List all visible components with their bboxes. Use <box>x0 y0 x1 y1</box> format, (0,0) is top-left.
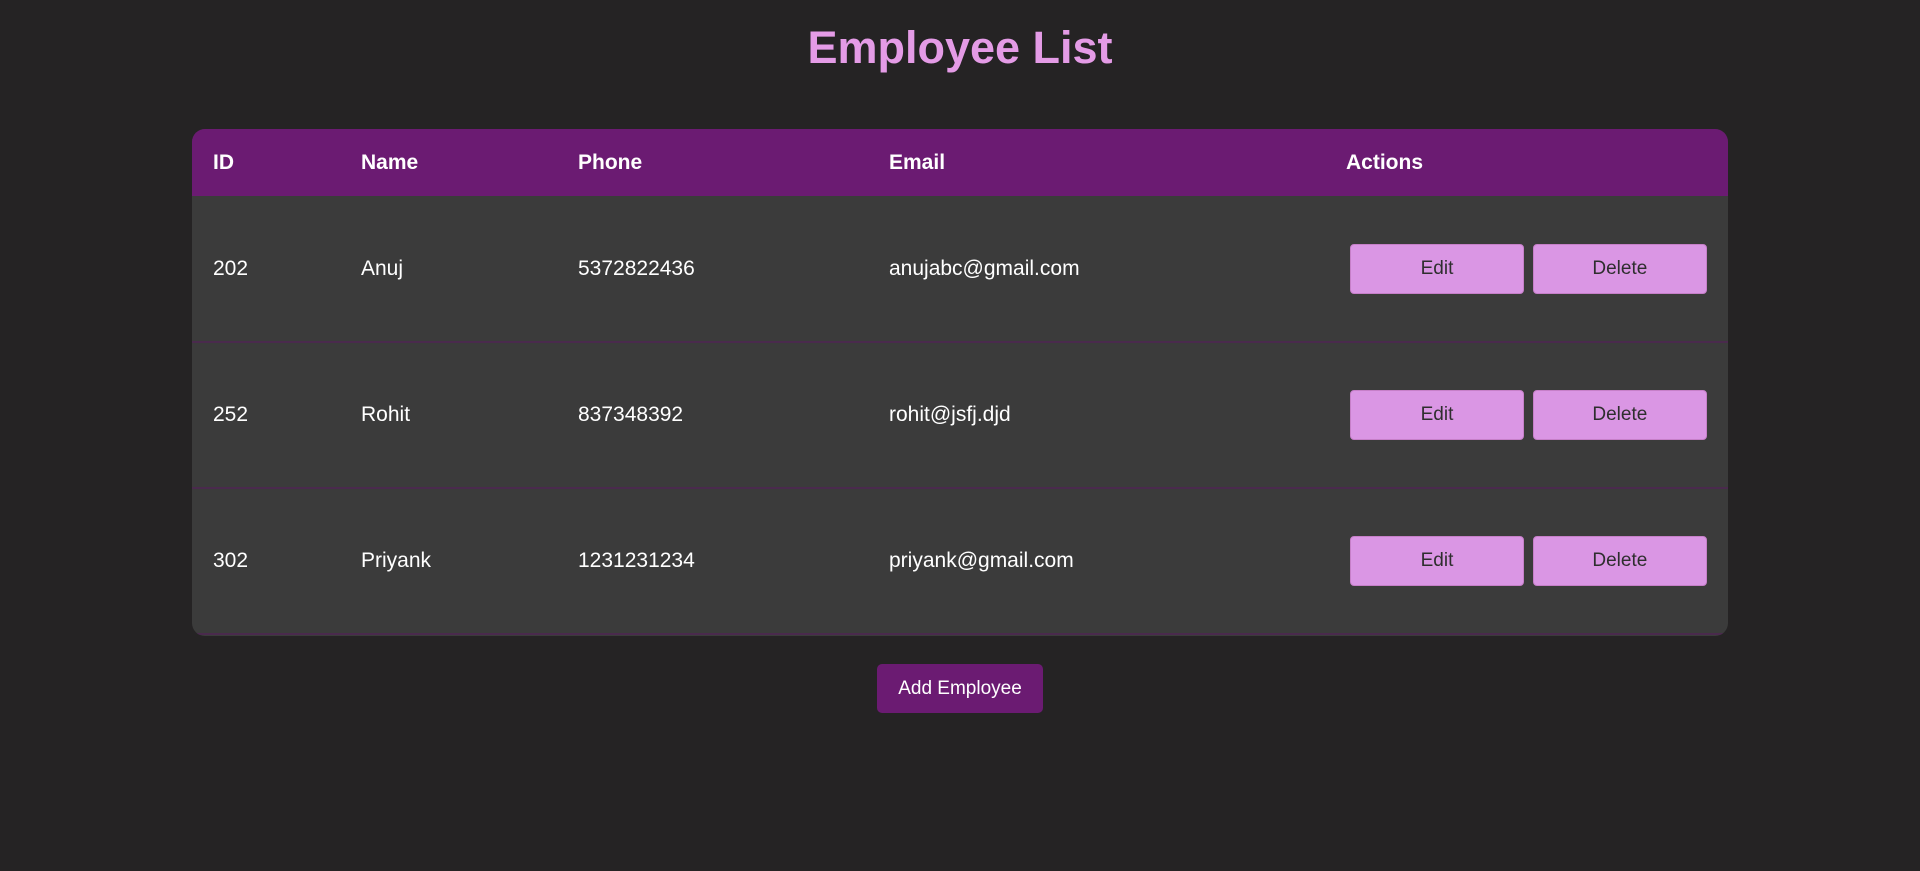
table-row: 202 Anuj 5372822436 anujabc@gmail.com Ed… <box>192 196 1728 342</box>
page-title: Employee List <box>807 22 1113 73</box>
column-header-name: Name <box>361 150 419 174</box>
cell-name: Rohit <box>361 403 411 426</box>
cell-id: 202 <box>213 256 249 280</box>
cell-actions: Edit Delete <box>1325 196 1728 342</box>
delete-button[interactable]: Delete <box>1532 243 1707 294</box>
cell-id: 252 <box>213 403 249 426</box>
employee-table: ID Name Phone Email Actions 202 Anuj 537… <box>192 129 1728 635</box>
add-employee-button[interactable]: Add Employee <box>877 664 1043 713</box>
cell-phone: 837348392 <box>578 403 684 426</box>
table-header: ID Name Phone Email Actions <box>192 129 1728 196</box>
column-header-id: ID <box>213 150 234 174</box>
cell-phone: 1231231234 <box>578 549 695 572</box>
cell-id: 302 <box>213 549 249 572</box>
edit-button[interactable]: Edit <box>1350 536 1524 586</box>
cell-actions: Edit Delete <box>1325 342 1728 488</box>
employee-page: Employee List ID Name Phone Email Action… <box>0 0 1920 871</box>
cell-name: Anuj <box>361 256 404 280</box>
cell-actions: Edit Delete <box>1325 488 1728 634</box>
cell-name: Priyank <box>361 549 432 572</box>
cell-email: rohit@jsfj.djd <box>889 403 1011 426</box>
header-row: ID Name Phone Email Actions <box>192 129 1728 196</box>
edit-button[interactable]: Edit <box>1350 390 1524 440</box>
table-body: 202 Anuj 5372822436 anujabc@gmail.com Ed… <box>192 196 1728 634</box>
cell-email: priyank@gmail.com <box>889 549 1074 572</box>
column-header-phone: Phone <box>578 150 643 174</box>
column-header-email: Email <box>889 150 946 174</box>
cell-email: anujabc@gmail.com <box>889 256 1080 280</box>
employee-table-container: ID Name Phone Email Actions 202 Anuj 537… <box>192 129 1728 636</box>
table-row: 302 Priyank 1231231234 priyank@gmail.com… <box>192 488 1728 634</box>
delete-button[interactable]: Delete <box>1532 536 1707 586</box>
cell-phone: 5372822436 <box>578 256 695 280</box>
edit-button[interactable]: Edit <box>1350 243 1524 294</box>
delete-button[interactable]: Delete <box>1532 390 1707 440</box>
column-header-actions: Actions <box>1346 150 1424 174</box>
table-row: 252 Rohit 837348392 rohit@jsfj.djd Edit … <box>192 342 1728 488</box>
